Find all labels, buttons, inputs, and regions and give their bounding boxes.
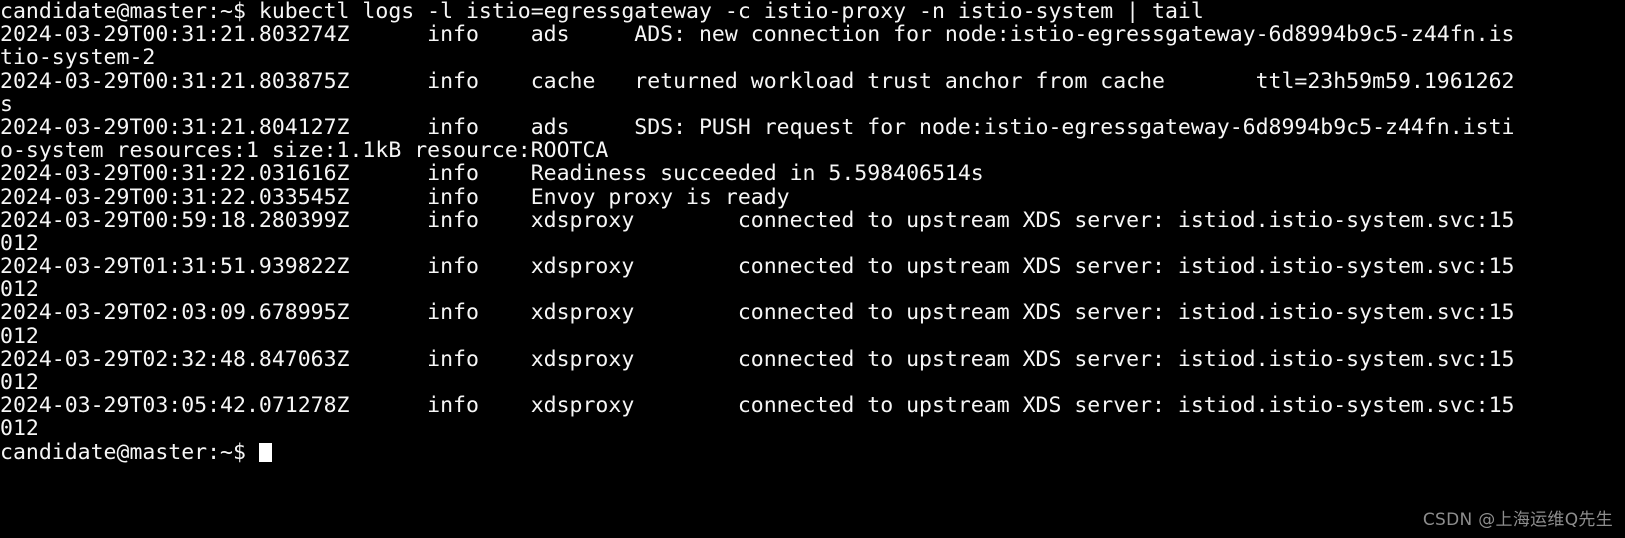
terminal-line: 2024-03-29T01:31:51.939822Z info xdsprox…: [0, 254, 1515, 280]
terminal-line: 2024-03-29T03:05:42.071278Z info xdsprox…: [0, 393, 1515, 419]
terminal-line: 012: [0, 323, 39, 349]
terminal-line: 2024-03-29T00:31:21.804127Z info ads SDS…: [0, 114, 1515, 140]
terminal-line: 012: [0, 416, 39, 442]
terminal-line: candidate@master:~$ kubectl logs -l isti…: [0, 0, 1204, 24]
terminal-line: o-system resources:1 size:1.1kB resource…: [0, 138, 609, 164]
terminal-line: 012: [0, 277, 39, 303]
terminal-line: 2024-03-29T00:31:22.033545Z info Envoy p…: [0, 184, 790, 210]
text-cursor[interactable]: [258, 442, 273, 462]
terminal-line: tio-system-2: [0, 45, 156, 71]
terminal-line: 2024-03-29T02:32:48.847063Z info xdsprox…: [0, 346, 1515, 372]
watermark: CSDN @上海运维Q先生: [1422, 510, 1613, 530]
terminal-line: 2024-03-29T00:31:22.031616Z info Readine…: [0, 161, 984, 187]
terminal-line: 012: [0, 230, 39, 256]
terminal-line: s: [0, 91, 13, 117]
terminal-line: 2024-03-29T00:59:18.280399Z info xdsprox…: [0, 207, 1515, 233]
terminal-output[interactable]: candidate@master:~$ kubectl logs -l isti…: [0, 0, 1625, 464]
terminal-line: candidate@master:~$: [0, 439, 1625, 465]
terminal-window[interactable]: candidate@master:~$ kubectl logs -l isti…: [0, 0, 1625, 538]
terminal-line: 2024-03-29T00:31:21.803875Z info cache r…: [0, 68, 1515, 94]
terminal-line: 2024-03-29T00:31:21.803274Z info ads ADS…: [0, 22, 1515, 48]
terminal-line: 2024-03-29T02:03:09.678995Z info xdsprox…: [0, 300, 1515, 326]
terminal-line: 012: [0, 370, 39, 395]
shell-prompt: candidate@master:~$: [0, 439, 259, 465]
